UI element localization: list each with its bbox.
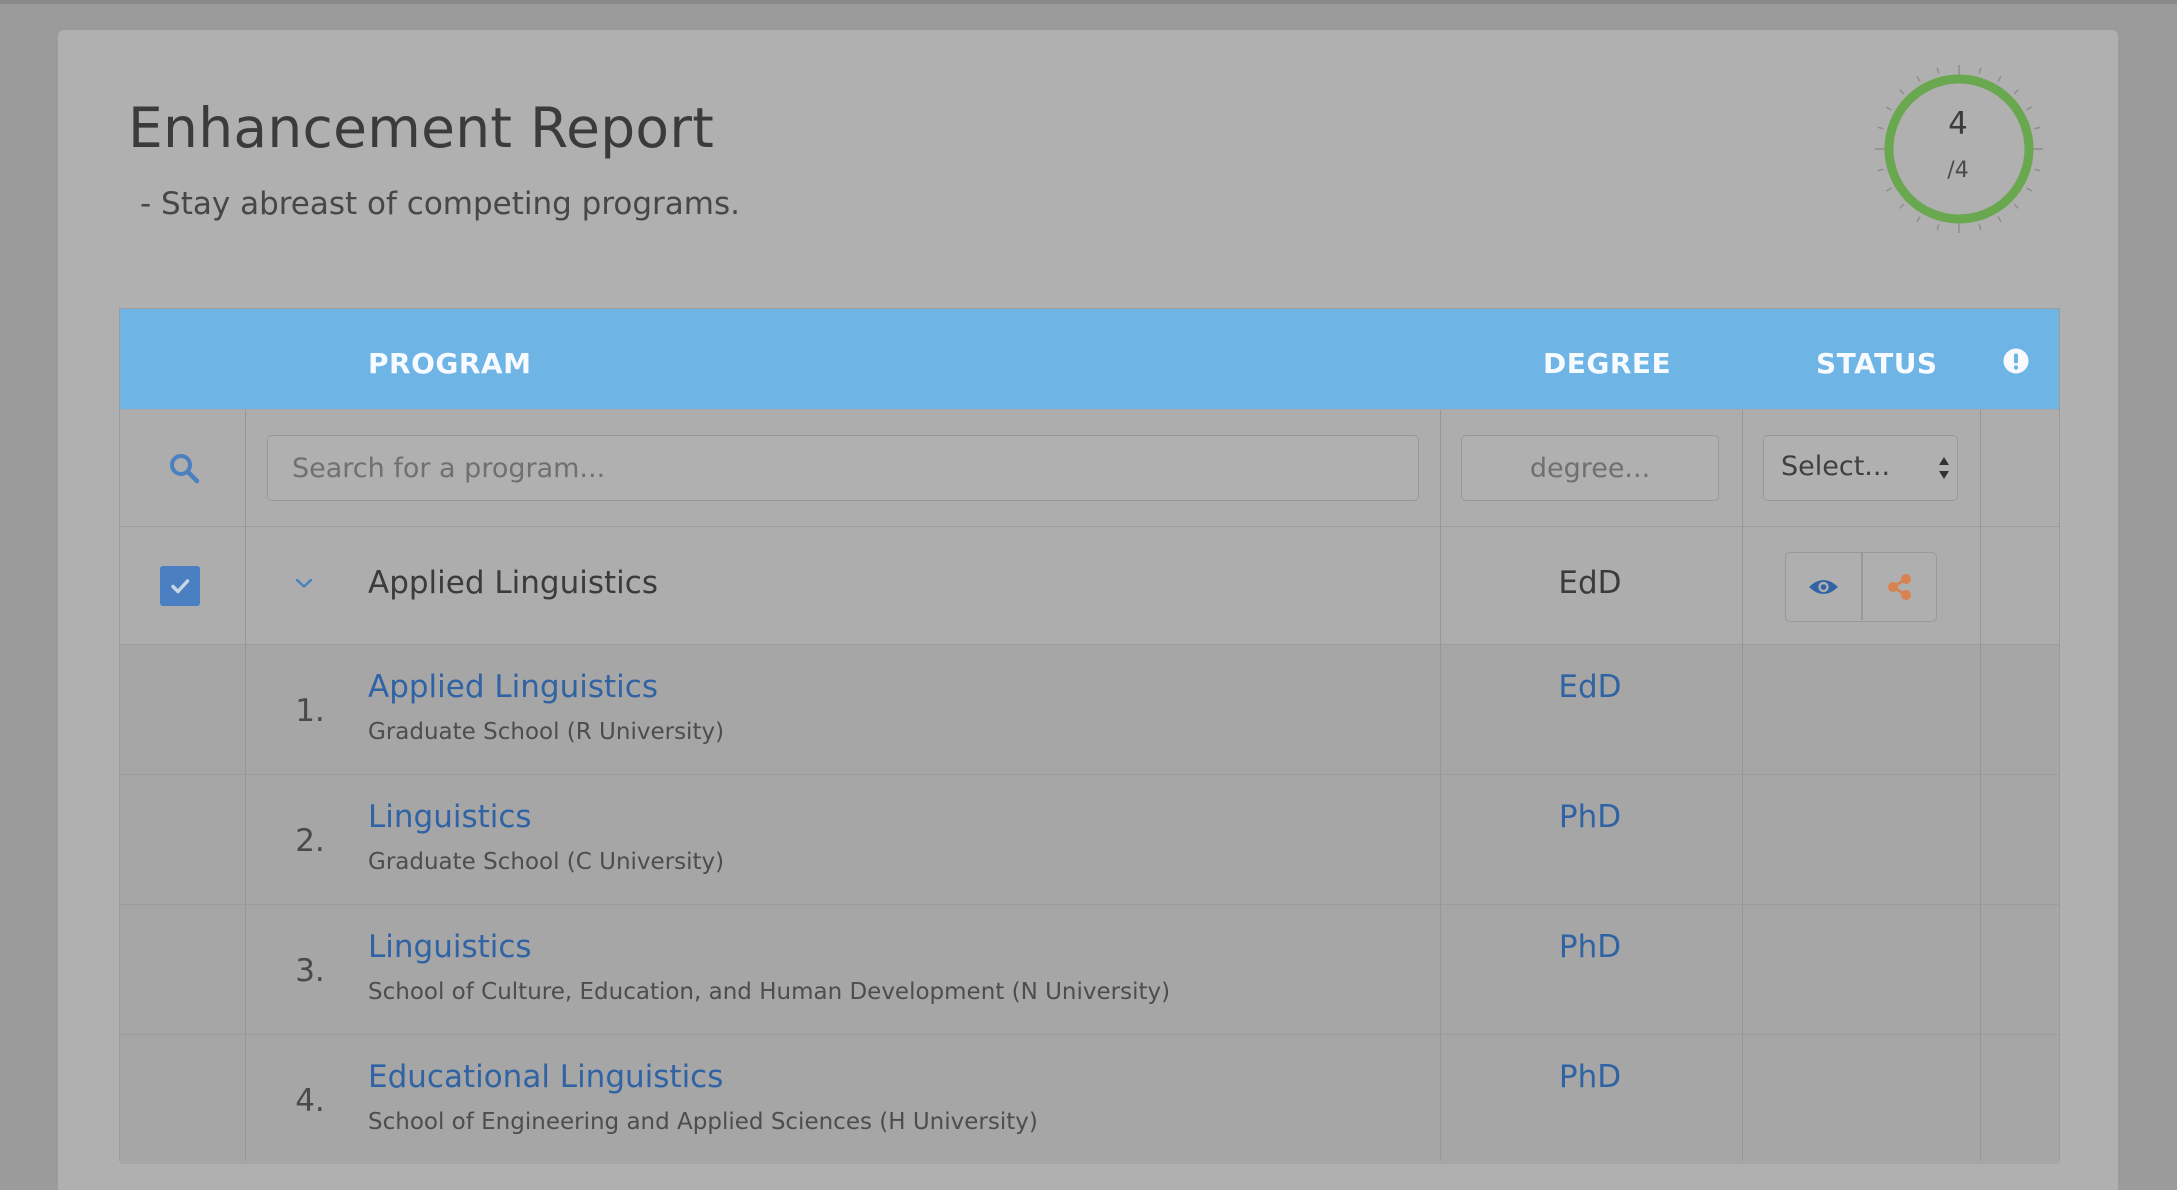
gauge-tick	[2013, 203, 2019, 209]
select-arrows-icon	[1939, 457, 1949, 479]
group-row[interactable]: Applied Linguistics EdD	[120, 527, 2059, 644]
table-row: 1. Applied Linguistics Graduate School (…	[120, 645, 2059, 774]
page-title: Enhancement Report	[128, 96, 715, 160]
progress-gauge	[1875, 65, 2043, 233]
degree-link[interactable]: PhD	[1461, 1059, 1719, 1095]
programs-table: PROGRAM DEGREE STATUS Select...	[119, 308, 2060, 1164]
degree-link[interactable]: PhD	[1461, 799, 1719, 835]
row-divider	[120, 1034, 2059, 1035]
degree-link[interactable]: PhD	[1461, 929, 1719, 965]
group-checkbox[interactable]	[160, 566, 200, 606]
group-program-name: Applied Linguistics	[368, 565, 658, 601]
chevron-down-icon[interactable]	[295, 577, 313, 589]
column-divider	[1440, 410, 1441, 1161]
gauge-tick	[1997, 75, 2002, 82]
header-program[interactable]: PROGRAM	[368, 347, 531, 380]
share-icon	[1888, 574, 1911, 600]
gauge-tick	[1916, 75, 1921, 82]
gauge-tick	[2013, 89, 2019, 95]
degree-link[interactable]: EdD	[1461, 669, 1719, 705]
table-header: PROGRAM DEGREE STATUS	[120, 309, 2059, 409]
row-divider	[120, 774, 2059, 775]
header-degree[interactable]: DEGREE	[1543, 347, 1671, 380]
program-link[interactable]: Linguistics	[368, 799, 532, 835]
row-number: 2.	[295, 823, 325, 859]
gauge-progress-ring	[1884, 74, 2034, 224]
row-number: 4.	[295, 1083, 325, 1119]
gauge-tick	[1978, 224, 1982, 231]
status-select[interactable]: Select...	[1763, 435, 1958, 501]
column-divider	[245, 410, 246, 1161]
table-row: 4. Educational Linguistics School of Eng…	[120, 1035, 2059, 1164]
header-status[interactable]: STATUS	[1816, 347, 1938, 380]
status-select-value: Select...	[1781, 451, 1891, 482]
page-subtitle: - Stay abreast of competing programs.	[140, 186, 741, 222]
top-bar	[0, 0, 2177, 4]
program-school: School of Culture, Education, and Human …	[368, 979, 1171, 1005]
gauge-tick	[1885, 187, 1892, 192]
table-row: 2. Linguistics Graduate School (C Univer…	[120, 775, 2059, 904]
gauge-tick	[2026, 187, 2033, 192]
search-icon[interactable]	[168, 452, 200, 484]
gauge-tick	[1899, 89, 1905, 95]
row-number: 3.	[295, 953, 325, 989]
check-icon	[171, 579, 190, 594]
program-link[interactable]: Educational Linguistics	[368, 1059, 723, 1095]
share-button[interactable]	[1862, 553, 1937, 620]
row-divider	[120, 904, 2059, 905]
gauge-tick	[1936, 224, 1940, 231]
program-link[interactable]: Applied Linguistics	[368, 669, 658, 705]
column-divider	[1742, 410, 1743, 1161]
column-divider	[1980, 410, 1981, 1161]
program-link[interactable]: Linguistics	[368, 929, 532, 965]
gauge-tick	[1916, 216, 1921, 223]
row-number: 1.	[295, 693, 325, 729]
gauge-tick	[1899, 203, 1905, 209]
eye-icon	[1809, 580, 1838, 594]
degree-filter-input[interactable]	[1461, 435, 1719, 501]
program-school: Graduate School (C University)	[368, 849, 725, 875]
group-degree: EdD	[1558, 565, 1622, 601]
program-school: School of Engineering and Applied Scienc…	[368, 1109, 1038, 1135]
action-button-group	[1785, 552, 1937, 622]
row-divider	[120, 526, 2059, 527]
program-search-input[interactable]	[267, 435, 1419, 501]
filter-row: Select...	[120, 410, 2059, 526]
program-school: Graduate School (R University)	[368, 719, 725, 745]
gauge-value: 4	[1948, 106, 1968, 142]
gauge-tick	[1978, 67, 1982, 74]
row-divider	[120, 644, 2059, 645]
table-row: 3. Linguistics School of Culture, Educat…	[120, 905, 2059, 1034]
gauge-tick	[1936, 67, 1940, 74]
info-icon[interactable]	[2003, 348, 2029, 374]
gauge-total: /4	[1947, 158, 1969, 183]
gauge-tick	[1997, 216, 2002, 223]
view-button[interactable]	[1786, 553, 1861, 620]
